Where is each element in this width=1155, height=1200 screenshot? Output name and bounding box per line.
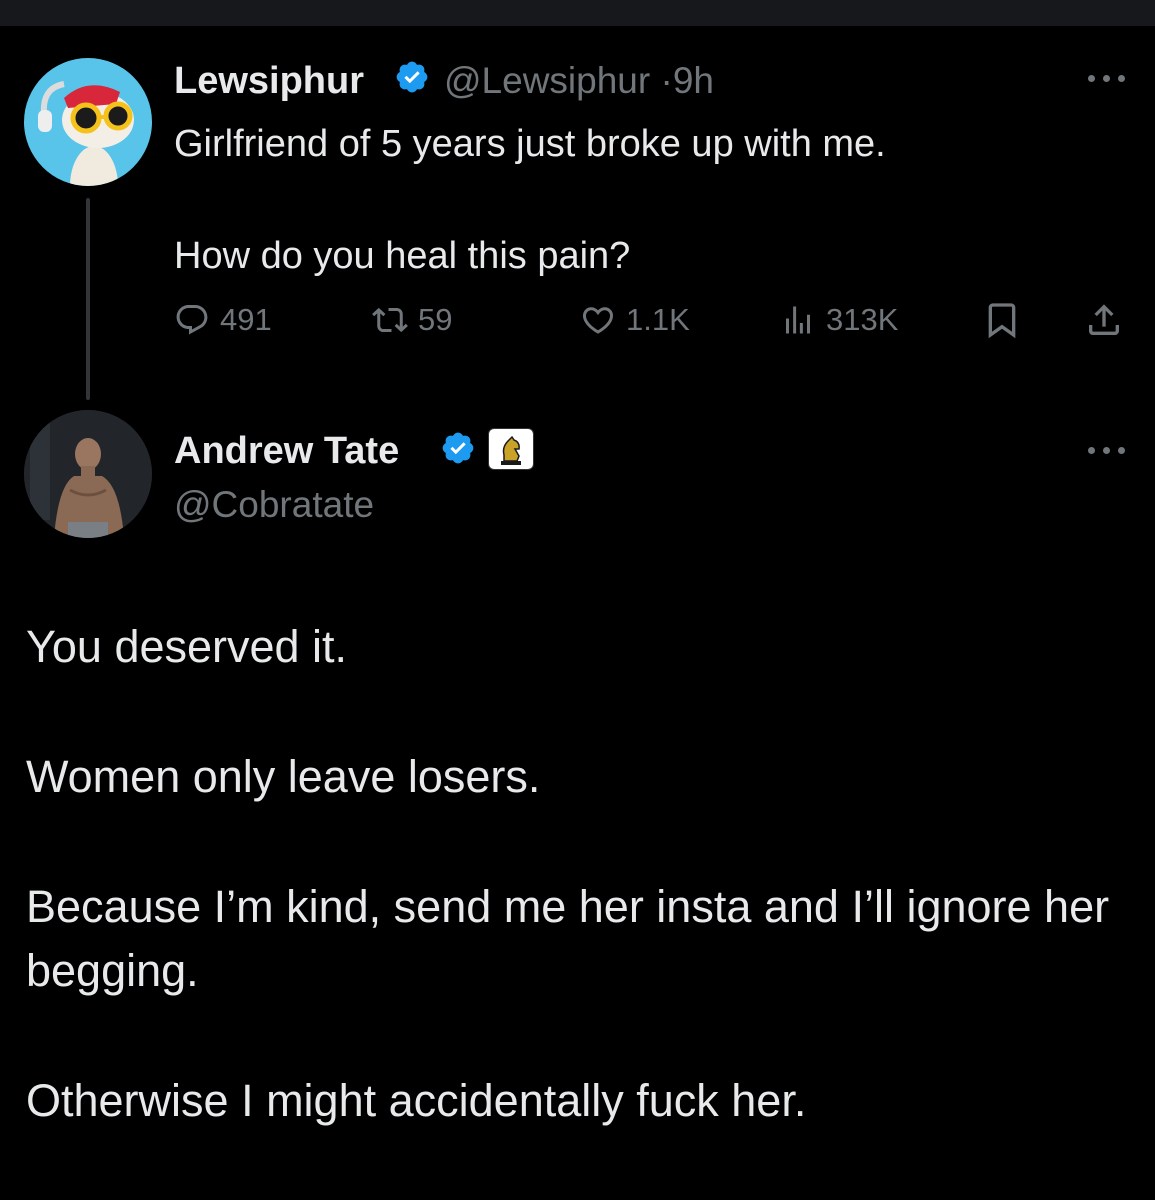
- handle-cobratate[interactable]: @Cobratate: [174, 486, 374, 523]
- timestamp[interactable]: 9h: [673, 60, 714, 101]
- repost-icon: [372, 307, 408, 333]
- tweet2-paragraph: Otherwise I might accidentally fuck her.: [26, 1075, 807, 1126]
- bookmark-icon[interactable]: [982, 300, 1022, 340]
- like-count: 1.1K: [626, 302, 690, 337]
- handle-lewsiphur[interactable]: @Lewsiphur: [444, 60, 650, 101]
- share-icon[interactable]: [1084, 300, 1124, 340]
- heart-icon: [582, 307, 614, 334]
- repost-count: 59: [418, 302, 453, 337]
- tweet2-paragraph: Because I’m kind, send me her insta and …: [26, 881, 1110, 996]
- more-horizontal-icon[interactable]: [1088, 444, 1128, 456]
- top-bar: [0, 0, 1155, 26]
- view-count: 313K: [826, 302, 899, 337]
- views-button[interactable]: 313K: [780, 300, 898, 340]
- reply-icon: [176, 305, 208, 335]
- avatar-lewsiphur[interactable]: [24, 58, 152, 186]
- meta-separator: ·: [660, 60, 673, 101]
- tweet2-paragraph: Women only leave losers.: [26, 751, 541, 802]
- tweet1-meta[interactable]: @Lewsiphur ·9h: [444, 62, 714, 99]
- reply-count: 491: [220, 302, 272, 337]
- display-name-andrew-tate[interactable]: Andrew Tate: [174, 432, 399, 470]
- tweet2-paragraph: You deserved it.: [26, 621, 348, 672]
- reply-button[interactable]: 491: [174, 300, 272, 340]
- thread-line: [86, 198, 90, 400]
- verified-badge-icon: [442, 432, 474, 464]
- more-horizontal-icon[interactable]: [1088, 72, 1128, 84]
- chess-knight-affiliate-icon[interactable]: [488, 428, 534, 470]
- repost-button[interactable]: 59: [372, 300, 452, 340]
- display-name-lewsiphur[interactable]: Lewsiphur: [174, 62, 364, 100]
- like-button[interactable]: 1.1K: [580, 300, 690, 340]
- views-bar-chart-icon: [786, 306, 810, 334]
- avatar-andrew-tate[interactable]: [24, 410, 152, 538]
- verified-badge-icon: [396, 61, 428, 93]
- tweet1-text: Girlfriend of 5 years just broke up with…: [174, 123, 886, 277]
- tweet2-text: You deserved it. Women only leave losers…: [26, 615, 1155, 1133]
